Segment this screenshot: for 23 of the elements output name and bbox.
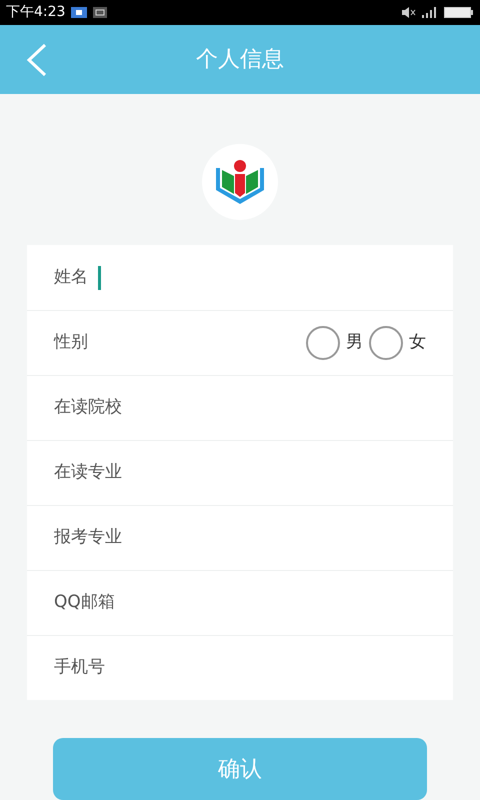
radio-option[interactable]: 女 bbox=[369, 326, 426, 360]
field-label: QQ邮箱 bbox=[54, 591, 115, 614]
form-row[interactable]: 在读院校 bbox=[27, 375, 453, 440]
notification-icon bbox=[93, 6, 108, 18]
field-label: 在读专业 bbox=[54, 461, 122, 484]
page-title: 个人信息 bbox=[196, 46, 284, 74]
form-row[interactable]: 姓名 bbox=[27, 245, 453, 310]
form-row[interactable]: QQ邮箱 bbox=[27, 570, 453, 635]
field-label: 在读院校 bbox=[54, 396, 122, 420]
book-logo-icon bbox=[202, 144, 278, 220]
radio-option[interactable]: 男 bbox=[306, 326, 363, 360]
form-row[interactable]: 在读专业 bbox=[27, 440, 453, 505]
field-label: 性别 bbox=[54, 331, 88, 354]
status-time: 下午4:23 bbox=[6, 2, 66, 22]
field-label: 手机号 bbox=[54, 656, 105, 680]
battery-icon bbox=[444, 6, 474, 18]
form-row[interactable]: 手机号 bbox=[27, 635, 453, 700]
mute-icon bbox=[402, 6, 416, 18]
signal-icon bbox=[422, 6, 438, 18]
notification-icon bbox=[71, 6, 88, 18]
form-row[interactable]: 报考专业 bbox=[27, 505, 453, 570]
field-label: 姓名 bbox=[54, 266, 88, 289]
field-label: 报考专业 bbox=[54, 526, 122, 550]
